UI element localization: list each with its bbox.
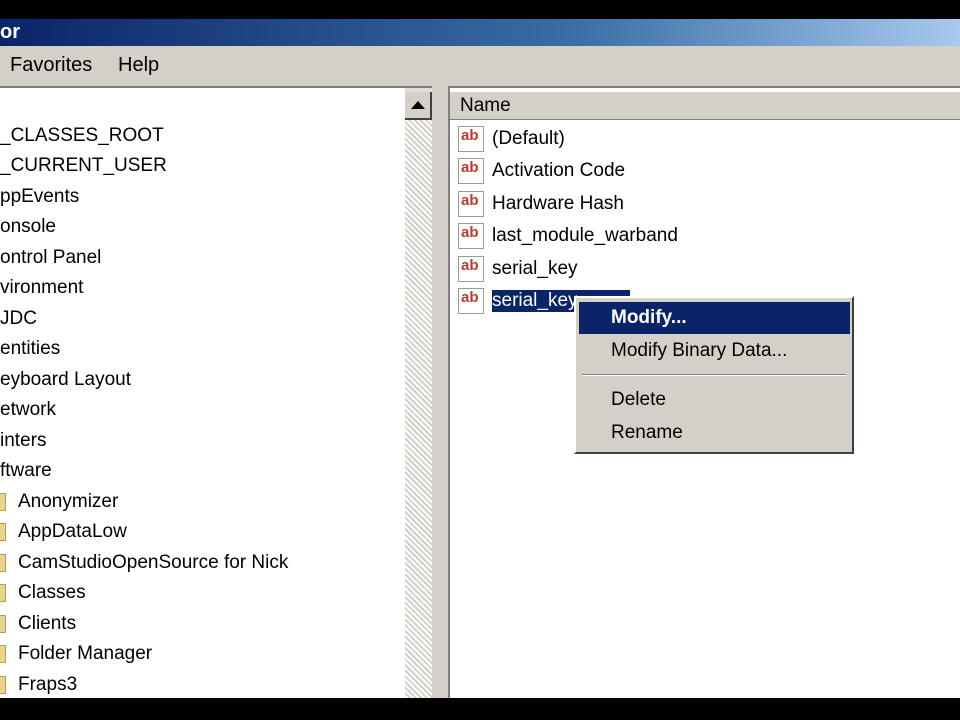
tree-item-software[interactable]: ftware <box>0 456 52 486</box>
string-value-icon: ab <box>458 223 484 249</box>
pane-splitter[interactable] <box>432 86 448 698</box>
scroll-up-icon[interactable] <box>405 92 432 120</box>
menu-item-rename[interactable]: Rename <box>579 417 850 449</box>
menu-help[interactable]: Help <box>118 54 159 77</box>
tree-subitem-anonymizer[interactable]: Anonymizer <box>0 487 400 517</box>
tree-subitem-classes[interactable]: Classes <box>0 578 400 608</box>
tree-subitem-label: AppDataLow <box>18 521 127 542</box>
string-value-icon: ab <box>458 191 484 217</box>
tree-item-appevents[interactable]: ppEvents <box>0 182 79 212</box>
tree-item-classes-root[interactable]: _CLASSES_ROOT <box>0 121 164 151</box>
tree-item-environment[interactable]: vironment <box>0 273 83 303</box>
value-name: last_module_warband <box>492 225 678 246</box>
string-value-icon: ab <box>458 126 484 152</box>
tree-subitem-label: Classes <box>18 582 86 603</box>
folder-icon <box>0 554 6 572</box>
tree-subitem-fraps3[interactable]: Fraps3 <box>0 670 400 700</box>
tree-scrollbar[interactable] <box>405 88 432 700</box>
tree-item-current-user[interactable]: _CURRENT_USER <box>0 151 167 181</box>
context-menu: Modify... Modify Binary Data... Delete R… <box>574 296 854 454</box>
tree-subitem-label: Anonymizer <box>18 491 119 512</box>
title-bar: or <box>0 19 960 46</box>
scrollbar-track[interactable] <box>405 120 432 700</box>
tree-subitem-label: Folder Manager <box>18 643 153 664</box>
folder-icon <box>0 523 6 541</box>
menu-separator <box>582 374 846 376</box>
menu-item-delete[interactable]: Delete <box>579 384 850 416</box>
string-value-icon: ab <box>458 288 484 314</box>
string-value-icon: ab <box>458 256 484 282</box>
screen-border <box>0 698 960 720</box>
tree-item-identities[interactable]: entities <box>0 334 60 364</box>
menu-favorites[interactable]: Favorites <box>10 54 92 77</box>
tree-item-console[interactable]: onsole <box>0 212 56 242</box>
tree-item-control-panel[interactable]: ontrol Panel <box>0 243 101 273</box>
column-header-label: Name <box>460 95 511 116</box>
tree-subitem-label: Clients <box>18 613 77 634</box>
tree-subitem-label: CamStudioOpenSource for Nick <box>18 552 289 573</box>
menu-item-modify-binary-data[interactable]: Modify Binary Data... <box>579 335 850 367</box>
tree-subitem-clients[interactable]: Clients <box>0 609 400 639</box>
folder-icon <box>0 615 6 633</box>
folder-icon <box>0 676 6 694</box>
menu-item-modify[interactable]: Modify... <box>579 302 850 334</box>
tree-subitem-folder-manager[interactable]: Folder Manager <box>0 639 400 669</box>
registry-tree: _CLASSES_ROOT _CURRENT_USER ppEvents ons… <box>0 86 432 700</box>
value-name: Activation Code <box>492 160 626 181</box>
tree-subitem-camstudio[interactable]: CamStudioOpenSource for Nick <box>0 548 400 578</box>
tree-item-keyboard-layout[interactable]: eyboard Layout <box>0 365 131 395</box>
window-title: or <box>0 21 20 43</box>
tree-item-printers[interactable]: inters <box>0 426 46 456</box>
menu-bar: Favorites Help <box>0 46 960 86</box>
tree-subitem-label: Fraps3 <box>18 674 78 695</box>
tree-subitem-appdatalow[interactable]: AppDataLow <box>0 517 400 547</box>
value-name: serial_key <box>492 258 578 279</box>
string-value-icon: ab <box>458 158 484 184</box>
folder-icon <box>0 493 6 511</box>
column-header-name[interactable]: Name <box>450 92 960 120</box>
value-name: (Default) <box>492 128 565 149</box>
tree-item-network[interactable]: etwork <box>0 395 56 425</box>
folder-icon <box>0 584 6 602</box>
folder-icon <box>0 645 6 663</box>
value-name: Hardware Hash <box>492 193 624 214</box>
tree-item-eudc[interactable]: JDC <box>0 304 37 334</box>
